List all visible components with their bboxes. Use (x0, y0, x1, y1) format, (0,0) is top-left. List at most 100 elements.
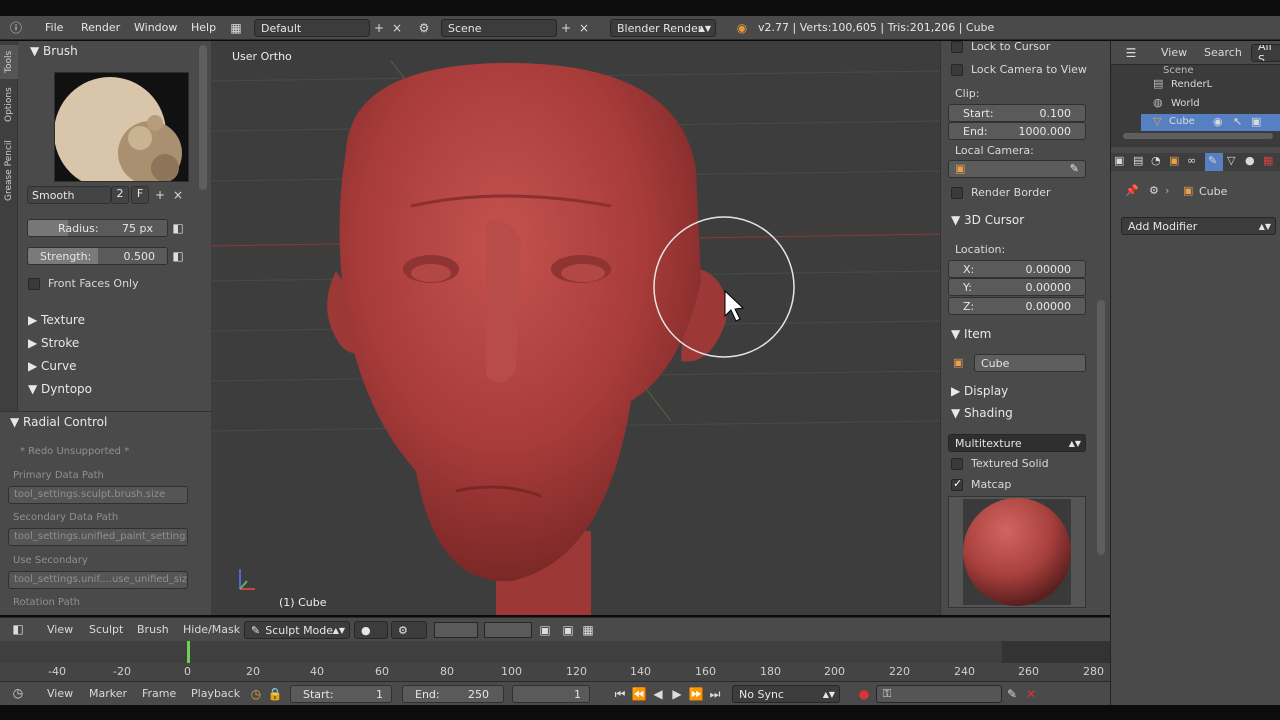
screen-layout-icon[interactable]: ▦ (228, 20, 244, 36)
front-faces-checkbox[interactable] (28, 278, 40, 290)
3d-cursor-header[interactable]: ▼ 3D Cursor (951, 213, 1024, 227)
keying-set-field[interactable]: ⚿ (876, 685, 1002, 703)
remove-layout-icon[interactable]: × (389, 20, 405, 36)
timeline-editor[interactable]: -40 -20 0 20 40 60 80 100 120 140 160 18… (0, 641, 1110, 681)
info-editor-icon[interactable]: ⓘ (8, 20, 24, 36)
strength-slider[interactable]: Strength: 0.500 (27, 247, 168, 265)
modifiers-tab-icon[interactable]: ✎ (1205, 153, 1223, 171)
radius-slider[interactable]: Radius: 75 px (27, 219, 168, 237)
item-name-field[interactable]: Cube (974, 354, 1086, 372)
sync-mode-dropdown[interactable]: No Sync ▲▼ (732, 685, 840, 703)
render-tab-icon[interactable]: ▣ (1114, 154, 1124, 167)
timeline-editor-icon[interactable]: ◷ (10, 685, 26, 701)
render-engine-selector[interactable]: Blender Render ▲▼ (610, 19, 716, 37)
object-tab-icon[interactable]: ▣ (1169, 154, 1179, 167)
fake-user-toggle[interactable]: F (131, 186, 149, 204)
3d-view-menu-view[interactable]: View (47, 623, 73, 636)
add-layout-icon[interactable]: + (371, 20, 387, 36)
auto-keying-icon[interactable]: ● (856, 686, 872, 702)
scene-icon[interactable]: ⚙ (416, 20, 432, 36)
layer-buttons-1[interactable] (434, 622, 478, 638)
layout-selector[interactable]: Default (254, 19, 370, 37)
cursor-y-field[interactable]: Y: 0.00000 (948, 278, 1086, 296)
curve-panel-header[interactable]: ▶ Curve (28, 359, 76, 373)
clip-start-field[interactable]: Start: 0.100 (948, 104, 1086, 122)
properties-region-scrollbar[interactable] (1097, 300, 1105, 555)
layer-buttons-2[interactable] (484, 622, 532, 638)
brush-name-field[interactable]: Smooth (27, 186, 111, 204)
brush-preview[interactable] (54, 72, 189, 189)
outliner-view-menu[interactable]: View (1161, 46, 1187, 59)
tool-shelf-scrollbar[interactable] (199, 45, 207, 190)
outliner-filter[interactable]: All S (1251, 44, 1280, 62)
outliner-scrollbar[interactable] (1123, 133, 1273, 139)
new-brush-icon[interactable]: + (152, 187, 168, 203)
current-frame-indicator[interactable] (187, 641, 190, 663)
prev-keyframe-icon[interactable]: ⏪ (631, 686, 647, 702)
pressure-radius-icon[interactable]: ◧ (170, 220, 186, 236)
brush-panel-header[interactable]: ▼ Brush (30, 44, 78, 58)
stroke-panel-header[interactable]: ▶ Stroke (28, 336, 79, 350)
opengl-anim-icon[interactable]: ▦ (580, 622, 596, 638)
add-scene-icon[interactable]: + (558, 20, 574, 36)
local-camera-field[interactable]: ▣ ✎ (948, 160, 1086, 178)
timeline-menu-marker[interactable]: Marker (89, 687, 127, 700)
use-secondary-field[interactable]: tool_settings.unif....use_unified_size (8, 571, 188, 589)
menu-file[interactable]: File (45, 21, 63, 34)
insert-keyframe-icon[interactable]: ✎ (1004, 686, 1020, 702)
timeline-menu-playback[interactable]: Playback (191, 687, 240, 700)
primary-path-field[interactable]: tool_settings.sculpt.brush.size (8, 486, 188, 504)
end-frame-field[interactable]: End: 250 (402, 685, 504, 703)
outliner-editor-icon[interactable]: ☰ (1123, 45, 1139, 61)
clip-end-field[interactable]: End: 1000.000 (948, 122, 1086, 140)
3d-viewport[interactable]: User Ortho (1) Cube (211, 41, 940, 615)
outliner-search-menu[interactable]: Search (1204, 46, 1242, 59)
3d-view-menu-brush[interactable]: Brush (137, 623, 169, 636)
play-icon[interactable]: ▶ (669, 686, 685, 702)
layers-tab-icon[interactable]: ▤ (1133, 154, 1143, 167)
eyedropper-icon[interactable]: ✎ (1070, 162, 1079, 175)
opengl-render-icon[interactable]: ▣ (560, 622, 576, 638)
lock-range-icon[interactable]: 🔒 (267, 686, 283, 702)
outliner-item-renderlayer[interactable]: RenderL (1171, 79, 1212, 90)
timeline-menu-frame[interactable]: Frame (142, 687, 176, 700)
jump-end-icon[interactable]: ⏭ (707, 686, 723, 702)
texture-tab-icon[interactable]: ▦ (1263, 154, 1273, 167)
cursor-x-field[interactable]: X: 0.00000 (948, 260, 1086, 278)
constraints-tab-icon[interactable]: ∞ (1187, 154, 1196, 167)
viewport-shading-selector[interactable]: ● (354, 621, 388, 639)
3d-view-editor-icon[interactable]: ◧ (10, 621, 26, 637)
tab-options[interactable]: Options (0, 83, 18, 127)
preview-range-icon[interactable]: ◷ (248, 686, 264, 702)
lock-camera-checkbox[interactable] (951, 64, 963, 76)
tab-tools[interactable]: Tools (0, 45, 18, 79)
data-tab-icon[interactable]: ▽ (1227, 154, 1235, 167)
render-border-checkbox[interactable] (951, 187, 963, 199)
material-tab-icon[interactable]: ● (1245, 154, 1255, 167)
scene-selector[interactable]: Scene (441, 19, 557, 37)
timeline-menu-view[interactable]: View (47, 687, 73, 700)
textured-solid-checkbox[interactable] (951, 458, 963, 470)
display-header[interactable]: ▶ Display (951, 384, 1008, 398)
mode-selector[interactable]: ✎ Sculpt Mode ▲▼ (244, 621, 350, 639)
scene-tab-icon[interactable]: ◔ (1151, 154, 1161, 167)
menu-render[interactable]: Render (81, 21, 120, 34)
menu-window[interactable]: Window (134, 21, 177, 34)
visibility-eye-icon[interactable]: ◉ (1213, 115, 1223, 128)
render-camera-icon[interactable]: ▣ (1251, 115, 1261, 128)
cursor-z-field[interactable]: Z: 0.00000 (948, 297, 1086, 315)
shading-mode-dropdown[interactable]: Multitexture ▲▼ (948, 434, 1086, 452)
outliner-item-world[interactable]: World (1171, 98, 1200, 109)
add-modifier-dropdown[interactable]: Add Modifier ▲▼ (1121, 217, 1276, 235)
layer-lock-icon[interactable]: ▣ (537, 622, 553, 638)
matcap-preview[interactable] (948, 496, 1086, 608)
secondary-path-field[interactable]: tool_settings.unified_paint_setting... (8, 528, 188, 546)
selectable-cursor-icon[interactable]: ↖ (1233, 115, 1242, 128)
texture-panel-header[interactable]: ▶ Texture (28, 313, 85, 327)
remove-scene-icon[interactable]: × (576, 20, 592, 36)
play-reverse-icon[interactable]: ◀ (650, 686, 666, 702)
pressure-strength-icon[interactable]: ◧ (170, 248, 186, 264)
start-frame-field[interactable]: Start: 1 (290, 685, 392, 703)
outliner-item-scene[interactable]: Scene (1163, 65, 1194, 76)
3d-view-menu-sculpt[interactable]: Sculpt (89, 623, 123, 636)
